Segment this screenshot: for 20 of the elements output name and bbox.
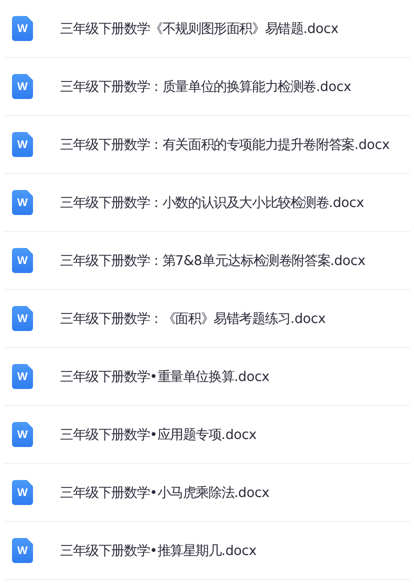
file-name[interactable]: 三年级下册数学•推算星期几.docx — [60, 542, 257, 560]
file-name[interactable]: 三年级下册数学：第7&8单元达标检测卷附答案.docx — [60, 252, 366, 270]
file-name[interactable]: 三年级下册数学《不规则图形面积》易错题.docx — [60, 20, 338, 38]
file-name[interactable]: 三年级下册数学：质量单位的换算能力检测卷.docx — [60, 78, 352, 96]
file-name[interactable]: 三年级下册数学：《面积》易错考题练习.docx — [60, 310, 326, 328]
word-document-icon: W — [12, 248, 33, 273]
word-document-icon: W — [12, 480, 33, 505]
word-document-icon: W — [12, 190, 33, 215]
word-document-icon: W — [12, 422, 33, 447]
file-name[interactable]: 三年级下册数学：有关面积的专项能力提升卷附答案.docx — [60, 136, 390, 154]
word-document-icon: W — [12, 306, 33, 331]
word-document-icon: W — [12, 132, 33, 157]
word-document-icon: W — [12, 538, 33, 563]
word-document-icon: W — [12, 364, 33, 389]
file-name[interactable]: 三年级下册数学：小数的认识及大小比较检测卷.docx — [60, 194, 364, 212]
word-document-icon: W — [12, 74, 33, 99]
file-name[interactable]: 三年级下册数学•应用题专项.docx — [60, 426, 257, 444]
word-document-icon: W — [12, 16, 33, 41]
file-name[interactable]: 三年级下册数学•重量单位换算.docx — [60, 368, 270, 386]
file-name[interactable]: 三年级下册数学•小马虎乘除法.docx — [60, 484, 270, 502]
